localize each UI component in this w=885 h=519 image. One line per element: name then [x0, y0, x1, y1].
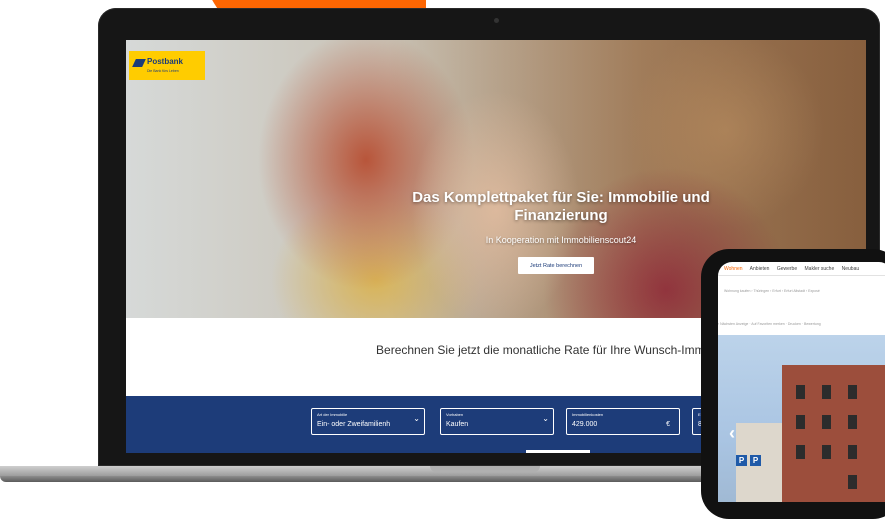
listing-photo[interactable]: P P ‹ — [718, 335, 885, 502]
hero-subtitle: In Kooperation mit Immobilienscout24 — [485, 235, 637, 245]
chevron-down-icon: ⌄ — [413, 414, 420, 423]
parking-sign: P — [750, 455, 761, 466]
tablet-nav-gewerbe[interactable]: Gewerbe — [777, 266, 797, 272]
chevron-left-icon[interactable]: ‹ — [729, 423, 735, 443]
photo-window — [796, 445, 805, 459]
property-type-select[interactable]: Art der Immobilie Ein- oder Zweifamilien… — [311, 408, 425, 435]
hero-title: Das Komplettpaket für Sie: Immobilie und… — [412, 189, 710, 224]
photo-window — [848, 415, 857, 429]
tablet-breadcrumb[interactable]: Wohnung kaufen › Thüringen › Erfurt › Er… — [724, 289, 820, 293]
photo-window — [822, 445, 831, 459]
laptop-camera — [494, 18, 499, 23]
chevron-down-icon: ⌄ — [542, 414, 549, 423]
intent-select[interactable]: Vorhaben Kaufen ⌄ — [440, 408, 554, 435]
photo-window — [848, 475, 857, 489]
euro-unit: € — [666, 421, 670, 428]
calculator-heading: Berechnen Sie jetzt die monatliche Rate … — [376, 343, 736, 357]
logo-tagline: Die Bank fürs Leben — [147, 69, 179, 73]
tablet-nav-neubau[interactable]: Neubau — [842, 266, 860, 272]
tablet-screen: Wohnen Anbieten Gewerbe Makler suche Neu… — [718, 262, 885, 502]
property-cost-value: 429.000 — [572, 421, 598, 428]
tablet-listing-actions[interactable]: ‹ Nächsten Anzeige · Auf Favoriten merke… — [718, 322, 821, 326]
tablet-nav-divider — [718, 275, 885, 276]
intent-value: Kaufen — [446, 421, 469, 428]
property-type-value: Ein- oder Zweifamilienh — [317, 421, 391, 428]
tablet-nav: Wohnen Anbieten Gewerbe Makler suche Neu… — [724, 266, 865, 272]
postbank-logo[interactable]: Postbank Die Bank fürs Leben — [129, 51, 205, 80]
property-cost-input[interactable]: Immobilienkosten 429.000 € — [566, 408, 680, 435]
photo-window — [822, 385, 831, 399]
photo-window — [822, 415, 831, 429]
logo-name: Postbank — [147, 57, 184, 66]
intent-label: Vorhaben — [446, 412, 464, 417]
tablet-nav-anbieten[interactable]: Anbieten — [750, 266, 770, 272]
laptop-notch — [430, 466, 540, 472]
property-type-label: Art der Immobilie — [317, 412, 348, 417]
photo-window — [796, 385, 805, 399]
postbank-logo-icon — [132, 59, 146, 67]
tablet-nav-wohnen[interactable]: Wohnen — [724, 266, 743, 272]
photo-window — [848, 385, 857, 399]
calculate-rate-button[interactable]: Jetzt Rate berechnen — [518, 257, 594, 274]
photo-window — [848, 445, 857, 459]
parking-sign: P — [736, 455, 747, 466]
property-cost-label: Immobilienkosten — [572, 412, 604, 417]
tablet-nav-makler[interactable]: Makler suche — [805, 266, 835, 272]
photo-building — [782, 365, 885, 502]
calculator-tab-indicator — [526, 450, 590, 453]
photo-window — [796, 415, 805, 429]
